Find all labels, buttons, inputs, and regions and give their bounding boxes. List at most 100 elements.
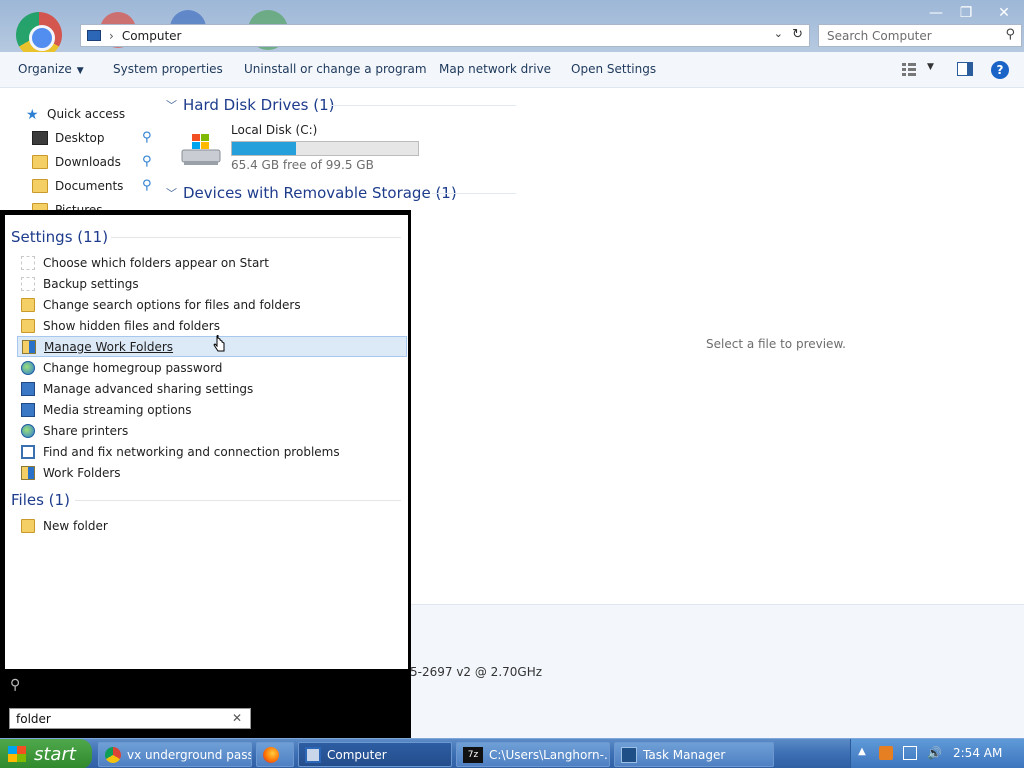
- search-result-item[interactable]: Choose which folders appear on Start: [17, 252, 407, 273]
- search-result-item[interactable]: Manage Work Folders: [17, 336, 407, 357]
- search-icon[interactable]: ⚲: [1005, 27, 1015, 42]
- nav-label: Downloads: [55, 155, 121, 169]
- change-view-icon[interactable]: [902, 62, 916, 76]
- windows-logo-icon: [8, 746, 26, 762]
- start-button[interactable]: start: [0, 739, 92, 768]
- map-network-drive-button[interactable]: Map network drive: [439, 62, 551, 76]
- folder-options-icon: [21, 297, 35, 312]
- clear-search-icon[interactable]: ✕: [232, 711, 242, 725]
- search-computer-box[interactable]: Search Computer ⚲: [818, 24, 1022, 47]
- search-result-label: New folder: [43, 518, 108, 533]
- close-button[interactable]: ✕: [992, 4, 1016, 22]
- address-bar[interactable]: › Computer ⌄ ↻: [80, 24, 810, 47]
- group-divider: [330, 105, 516, 106]
- pin-icon[interactable]: ⚲: [142, 130, 152, 145]
- settings-results-header[interactable]: Settings (11): [11, 228, 108, 246]
- pin-icon[interactable]: ⚲: [142, 178, 152, 193]
- search-result-item[interactable]: Change homegroup password: [17, 357, 407, 378]
- homegroup-icon: [21, 360, 35, 375]
- blank-doc-icon: [21, 276, 35, 291]
- group-header-removable-storage[interactable]: ﹀ Devices with Removable Storage (1): [166, 184, 457, 202]
- taskbar-item-7zip[interactable]: 7z C:\Users\Langhorn-...: [456, 742, 610, 767]
- computer-icon: [87, 30, 101, 41]
- local-disk-icon[interactable]: [180, 130, 222, 168]
- taskbar-item-label: Task Manager: [643, 747, 726, 762]
- search-result-label: Backup settings: [43, 276, 139, 291]
- nav-item-downloads[interactable]: Downloads: [32, 152, 121, 172]
- search-result-label: Choose which folders appear on Start: [43, 255, 269, 270]
- group-header-hard-disk-drives[interactable]: ﹀ Hard Disk Drives (1): [166, 96, 334, 114]
- search-result-item[interactable]: Find and fix networking and connection p…: [17, 441, 407, 462]
- taskbar-item-label: vx underground pass...: [127, 747, 252, 762]
- show-hidden-icons-icon[interactable]: ▲: [855, 746, 869, 760]
- organize-button[interactable]: Organize ▼: [18, 62, 84, 76]
- command-bar: Organize ▼ System properties Uninstall or…: [0, 52, 1024, 88]
- action-center-icon[interactable]: [903, 746, 917, 760]
- local-disk-name[interactable]: Local Disk (C:): [231, 123, 317, 137]
- maximize-button[interactable]: ❐: [954, 4, 978, 22]
- files-results-header[interactable]: Files (1): [11, 491, 70, 509]
- taskbar-item-task-manager[interactable]: Task Manager: [614, 742, 774, 767]
- refresh-icon[interactable]: ↻: [792, 27, 803, 42]
- downloads-folder-icon: [32, 155, 48, 169]
- search-result-label: Find and fix networking and connection p…: [43, 444, 340, 459]
- pin-icon[interactable]: ⚲: [142, 154, 152, 169]
- view-dropdown-arrow-icon[interactable]: ▼: [927, 62, 934, 72]
- taskbar-item-label: Computer: [327, 747, 387, 762]
- search-result-label: Show hidden files and folders: [43, 318, 220, 333]
- minimize-button[interactable]: —: [924, 4, 948, 22]
- uninstall-program-button[interactable]: Uninstall or change a program: [244, 62, 427, 76]
- clock[interactable]: 2:54 AM: [953, 746, 1002, 760]
- search-result-item[interactable]: Share printers: [17, 420, 407, 441]
- task-manager-icon: [621, 746, 637, 763]
- taskbar-item-computer[interactable]: Computer: [298, 742, 452, 767]
- blank-doc-icon: [21, 255, 35, 270]
- preview-pane-message: Select a file to preview.: [706, 337, 846, 351]
- start-search-value: folder: [16, 712, 51, 726]
- collapse-chevron-icon[interactable]: ﹀: [166, 97, 177, 113]
- breadcrumb-chevron-icon[interactable]: ›: [109, 29, 114, 43]
- search-result-label: Media streaming options: [43, 402, 192, 417]
- group-divider: [432, 193, 516, 194]
- search-result-item[interactable]: Work Folders: [17, 462, 407, 483]
- preview-pane-icon[interactable]: [957, 62, 973, 76]
- volume-icon[interactable]: 🔊: [927, 746, 942, 760]
- search-result-item[interactable]: New folder: [17, 515, 407, 536]
- taskbar-item-firefox[interactable]: [256, 742, 294, 767]
- computer-icon: [305, 746, 321, 763]
- address-dropdown-icon[interactable]: ⌄: [774, 27, 783, 40]
- search-result-label: Change search options for files and fold…: [43, 297, 301, 312]
- folder-options-icon: [21, 318, 35, 333]
- star-icon: ★: [26, 107, 39, 123]
- system-properties-button[interactable]: System properties: [113, 62, 223, 76]
- results-divider: [75, 500, 401, 501]
- 7zip-icon: 7z: [463, 746, 483, 763]
- help-icon[interactable]: ?: [991, 61, 1009, 79]
- dropdown-arrow-icon: ▼: [76, 66, 84, 76]
- nav-item-quick-access[interactable]: ★ Quick access: [26, 104, 125, 124]
- nav-item-documents[interactable]: Documents: [32, 176, 123, 196]
- open-settings-button[interactable]: Open Settings: [571, 62, 656, 76]
- search-result-label: Manage advanced sharing settings: [43, 381, 254, 396]
- search-result-label: Manage Work Folders: [44, 339, 174, 354]
- nav-label: Documents: [55, 179, 124, 193]
- search-result-item[interactable]: Show hidden files and folders: [17, 315, 407, 336]
- start-search-input[interactable]: folder ✕: [9, 708, 251, 729]
- search-result-item[interactable]: Change search options for files and fold…: [17, 294, 407, 315]
- group-header-label: Devices with Removable Storage (1): [183, 184, 457, 202]
- folder-icon: [21, 518, 35, 533]
- taskbar-item-chrome[interactable]: vx underground pass...: [98, 742, 252, 767]
- tray-app-icon[interactable]: [879, 746, 893, 760]
- documents-folder-icon: [32, 179, 48, 193]
- nav-item-desktop[interactable]: Desktop: [32, 128, 105, 148]
- network-icon: [21, 402, 35, 417]
- results-divider: [111, 237, 401, 238]
- search-result-item[interactable]: Manage advanced sharing settings: [17, 378, 407, 399]
- window-titlebar: — ❐ ✕ › Computer ⌄ ↻ Search Computer ⚲: [0, 0, 1024, 58]
- breadcrumb-computer[interactable]: Computer: [122, 29, 182, 43]
- start-label: start: [34, 743, 76, 765]
- chrome-icon: [105, 746, 121, 763]
- collapse-chevron-icon[interactable]: ﹀: [166, 185, 177, 201]
- search-result-item[interactable]: Media streaming options: [17, 399, 407, 420]
- search-result-item[interactable]: Backup settings: [17, 273, 407, 294]
